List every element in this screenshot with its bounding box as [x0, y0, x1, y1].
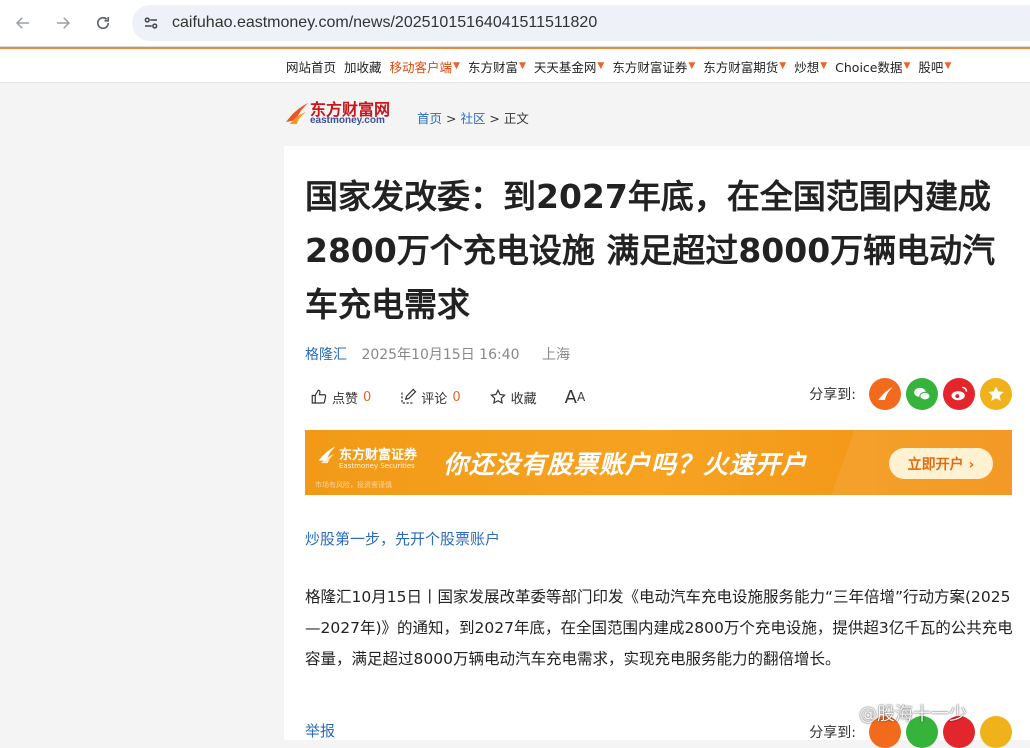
breadcrumb-community-link[interactable]: 社区 — [460, 111, 485, 126]
logo-en: eastmoney.com — [310, 115, 385, 126]
promo-link[interactable]: 炒股第一步，先开个股票账户 — [305, 528, 500, 549]
weibo-icon — [951, 386, 968, 401]
report-link[interactable]: 举报 — [305, 720, 335, 741]
top-nav-item-label: 加收藏 — [344, 59, 382, 75]
eastmoney-logo-mark-icon — [286, 103, 308, 124]
site-top-nav: 网站首页 加收藏 移动客户端 ▼ 东方财富 ▼ 天天基金网 ▼ 东方财富证券 ▼ 东方财富期货 ▼ 炒想… — [0, 49, 1030, 83]
top-nav-item-label: 东方财富期货 — [703, 59, 779, 75]
address-bar[interactable]: caifuhao.eastmoney.com/news/202510151640… — [132, 5, 1030, 41]
watermark-text: @股海十一少 — [859, 704, 967, 725]
eastmoney-logo[interactable]: 东方财富网 eastmoney.com — [284, 96, 408, 128]
breadcrumb-separator: > — [442, 111, 461, 126]
chevron-down-icon: ▼ — [597, 61, 605, 71]
share-eastmoney-button[interactable] — [869, 378, 901, 410]
wechat-icon — [914, 387, 931, 401]
top-nav-item-label: 炒想 — [794, 59, 820, 75]
top-nav-item-label: 天天基金网 — [533, 59, 597, 75]
top-nav-item-label: 股吧 — [918, 59, 944, 75]
qzone-star-icon — [988, 386, 1004, 401]
top-nav-item[interactable]: 移动客户端 ▼ — [390, 57, 460, 76]
top-nav-item-label: 移动客户端 — [389, 59, 453, 75]
publish-location: 上海 — [541, 347, 570, 363]
share-bar-top: 分享到: — [809, 378, 1012, 410]
chevron-down-icon: ▼ — [779, 61, 787, 71]
top-nav-item[interactable]: 东方财富期货 ▼ — [703, 57, 786, 76]
like-button[interactable]: 点赞 0 — [310, 388, 371, 407]
site-header: 东方财富网 eastmoney.com 首页 > 社区 > 正文 — [284, 84, 1030, 146]
open-account-banner[interactable]: 东方财富证券 Eastmoney Securities 你还没有股票账户吗？火速… — [305, 430, 1012, 495]
back-button[interactable] — [6, 6, 40, 40]
font-size-small: A — [576, 390, 586, 404]
top-nav-item-label: 网站首页 — [286, 59, 337, 75]
share-qzone-button-bottom[interactable] — [980, 716, 1012, 748]
url-text: caifuhao.eastmoney.com/news/202510151640… — [172, 14, 598, 31]
share-weibo-button[interactable] — [943, 378, 975, 410]
banner-slogan: 你还没有股票账户吗？火速开户 — [443, 450, 808, 479]
breadcrumb-current: 正文 — [503, 111, 529, 126]
chevron-down-icon: ▼ — [453, 61, 460, 71]
weibo-watermark-icon — [826, 704, 853, 724]
left-blank-area — [0, 84, 284, 740]
like-label: 点赞 — [332, 391, 359, 407]
eastmoney-securities-logo-icon — [318, 446, 336, 464]
chevron-down-icon: ▼ — [518, 61, 526, 71]
banner-brand-cn: 东方财富证券 — [339, 448, 418, 463]
arrow-right-icon — [57, 17, 71, 29]
top-nav-item[interactable]: 加收藏 — [344, 57, 382, 76]
share-qzone-button[interactable] — [980, 378, 1012, 410]
font-size-button[interactable]: AA — [565, 387, 586, 408]
browser-toolbar: caifuhao.eastmoney.com/news/202510151640… — [0, 0, 1030, 47]
comment-edit-icon — [401, 388, 417, 404]
article-card: 国家发改委：到2027年底，在全国范围内建成2800万个充电设施 满足超过800… — [284, 146, 1030, 748]
breadcrumb-separator: > — [485, 111, 504, 126]
open-account-button[interactable]: 立即开户 › — [889, 448, 993, 479]
arrow-left-icon — [15, 17, 29, 29]
breadcrumb-home-link[interactable]: 首页 — [417, 111, 442, 126]
comment-label: 评论 — [421, 391, 448, 407]
top-nav-list: 网站首页 加收藏 移动客户端 ▼ 东方财富 ▼ 天天基金网 ▼ 东方财富证券 ▼ 东方财富期货 ▼ 炒想… — [286, 49, 959, 83]
banner-brand-en: Eastmoney Securities — [339, 462, 415, 470]
site-info-icon[interactable] — [140, 12, 162, 34]
eastmoney-icon — [878, 387, 893, 400]
top-nav-item[interactable]: 股吧 ▼ — [918, 57, 951, 76]
article-body: 格隆汇10月15日丨国家发展改革委等部门印发《电动汽车充电设施服务能力“三年倍增… — [305, 588, 1013, 668]
forward-button[interactable] — [46, 6, 80, 40]
top-nav-item[interactable]: 东方财富 ▼ — [468, 57, 526, 76]
favorite-label: 收藏 — [510, 391, 537, 407]
article-title: 国家发改委：到2027年底，在全国范围内建成2800万个充电设施 满足超过800… — [305, 177, 996, 324]
top-nav-item-label: 东方财富证券 — [612, 59, 688, 75]
favorite-button[interactable]: 收藏 — [489, 388, 537, 407]
chevron-down-icon: ▼ — [944, 61, 952, 71]
article-actions: 点赞 0 评论 0 收藏 AA — [310, 386, 613, 408]
breadcrumb: 首页 > 社区 > 正文 — [417, 108, 529, 127]
banner-disclaimer: 市场有风险，投资需谨慎 — [315, 481, 392, 489]
publish-datetime: 2025年10月15日 16:40 — [361, 347, 520, 363]
weibo-watermark: @股海十一少 — [825, 700, 967, 726]
comment-count: 0 — [452, 389, 461, 405]
top-nav-item[interactable]: 东方财富证券 ▼ — [612, 57, 695, 76]
chevron-down-icon: ▼ — [903, 61, 911, 71]
like-count: 0 — [363, 389, 372, 405]
top-nav-item[interactable]: 炒想 ▼ — [794, 57, 827, 76]
top-nav-item[interactable]: 网站首页 — [286, 57, 336, 76]
share-wechat-button[interactable] — [906, 378, 938, 410]
star-outline-icon — [489, 388, 506, 405]
article-meta: 格隆汇 2025年10月15日 16:40 上海 — [305, 344, 570, 364]
top-nav-item[interactable]: 天天基金网 ▼ — [534, 57, 604, 76]
top-nav-item-label: 东方财富 — [467, 59, 518, 75]
font-size-big: A — [564, 386, 577, 408]
share-label: 分享到: — [809, 387, 856, 403]
author-link[interactable]: 格隆汇 — [305, 347, 347, 363]
reload-button[interactable] — [86, 6, 120, 40]
chevron-down-icon: ▼ — [820, 61, 828, 71]
reload-icon — [96, 16, 110, 30]
comment-button[interactable]: 评论 0 — [399, 388, 461, 407]
top-nav-item[interactable]: Choice数据 ▼ — [835, 57, 910, 76]
chevron-down-icon: ▼ — [688, 61, 696, 71]
thumbs-up-icon — [311, 389, 327, 404]
top-nav-item-label: Choice数据 — [835, 59, 903, 75]
